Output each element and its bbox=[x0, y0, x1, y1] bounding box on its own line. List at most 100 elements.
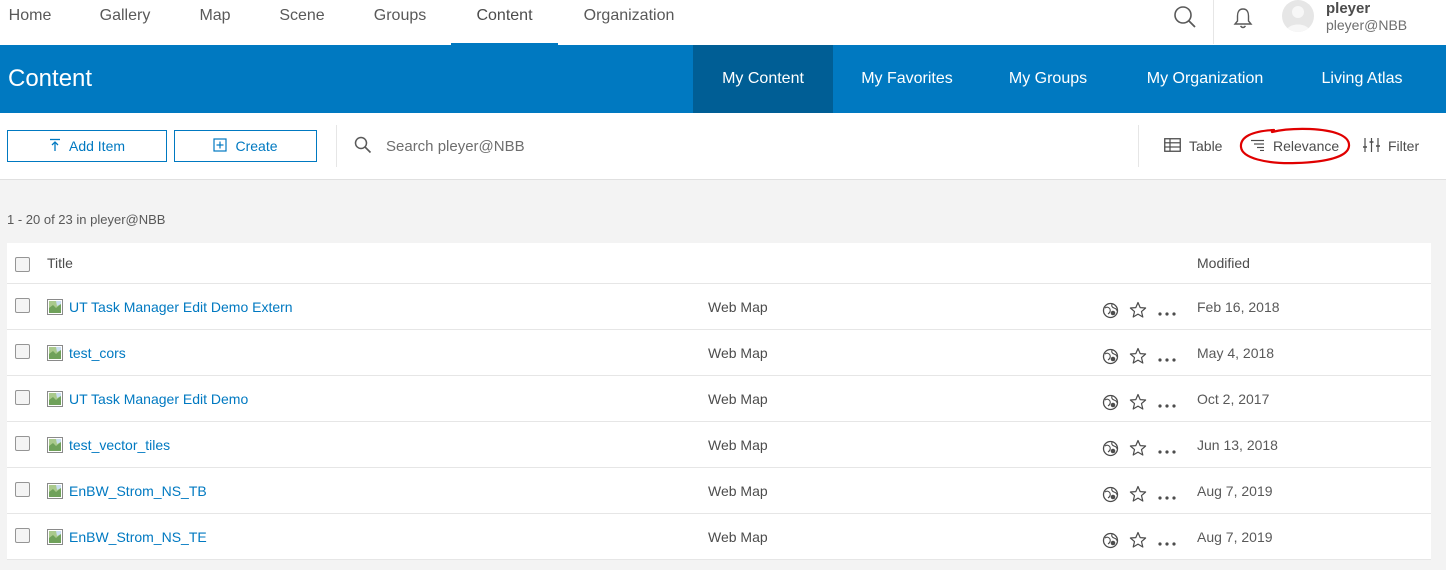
more-options-icon[interactable] bbox=[1157, 489, 1177, 500]
sort-relevance-button[interactable]: Relevance bbox=[1250, 134, 1339, 158]
search-icon bbox=[354, 136, 372, 154]
table-view-label: Table bbox=[1189, 138, 1223, 154]
table-row: EnBW_Strom_NS_TE Web Map Aug 7, 2019 bbox=[7, 514, 1431, 560]
tab-my-groups[interactable]: My Groups bbox=[996, 45, 1100, 113]
table-view-button[interactable]: Table bbox=[1164, 134, 1222, 158]
item-modified-date: Oct 2, 2017 bbox=[1197, 391, 1270, 407]
share-globe-icon[interactable] bbox=[1102, 302, 1119, 319]
add-item-label: Add Item bbox=[68, 138, 126, 154]
web-map-icon bbox=[47, 437, 63, 453]
result-count: 1 - 20 of 23 in pleyer@NBB bbox=[7, 212, 166, 227]
nav-map[interactable]: Map bbox=[198, 0, 232, 45]
table-row: UT Task Manager Edit Demo Extern Web Map F… bbox=[7, 284, 1431, 330]
item-modified-date: Jun 13, 2018 bbox=[1197, 437, 1278, 453]
more-options-icon[interactable] bbox=[1157, 351, 1177, 362]
row-checkbox[interactable] bbox=[15, 390, 30, 405]
column-header-modified[interactable]: Modified bbox=[1197, 255, 1250, 271]
row-checkbox[interactable] bbox=[15, 298, 30, 313]
item-title-link[interactable]: EnBW_Strom_NS_TB bbox=[69, 483, 207, 499]
favorite-star-icon[interactable] bbox=[1129, 393, 1147, 411]
more-options-icon[interactable] bbox=[1157, 535, 1177, 546]
nav-content[interactable]: Content bbox=[451, 0, 558, 45]
item-type: Web Map bbox=[708, 391, 768, 407]
nav-organization[interactable]: Organization bbox=[581, 0, 677, 45]
nav-divider bbox=[1213, 0, 1214, 44]
user-avatar-icon[interactable] bbox=[1282, 0, 1314, 32]
column-header-title[interactable]: Title bbox=[47, 255, 73, 271]
user-org[interactable]: pleyer@NBB bbox=[1326, 17, 1407, 34]
item-modified-date: Aug 7, 2019 bbox=[1197, 483, 1273, 499]
search-input[interactable] bbox=[386, 133, 886, 159]
filter-label: Filter bbox=[1388, 138, 1420, 154]
toolbar-divider bbox=[1138, 125, 1139, 167]
more-options-icon[interactable] bbox=[1157, 397, 1177, 408]
table-icon bbox=[1164, 137, 1181, 155]
tab-living-atlas[interactable]: Living Atlas bbox=[1303, 45, 1421, 113]
tab-my-content[interactable]: My Content bbox=[693, 45, 833, 113]
plus-square-icon bbox=[213, 137, 228, 155]
tab-my-organization[interactable]: My Organization bbox=[1130, 45, 1280, 113]
user-name[interactable]: pleyer bbox=[1326, 0, 1370, 17]
web-map-icon bbox=[47, 391, 63, 407]
more-options-icon[interactable] bbox=[1157, 443, 1177, 454]
page-title: Content bbox=[8, 65, 93, 92]
item-type: Web Map bbox=[708, 345, 768, 361]
item-type: Web Map bbox=[708, 483, 768, 499]
item-title-link[interactable]: UT Task Manager Edit Demo bbox=[69, 391, 248, 407]
more-options-icon[interactable] bbox=[1157, 305, 1177, 316]
filter-button[interactable]: Filter bbox=[1363, 134, 1419, 158]
web-map-icon bbox=[47, 483, 63, 499]
table-row: EnBW_Strom_NS_TB Web Map Aug 7, 2019 bbox=[7, 468, 1431, 514]
favorite-star-icon[interactable] bbox=[1129, 301, 1147, 319]
share-globe-icon[interactable] bbox=[1102, 486, 1119, 503]
nav-groups[interactable]: Groups bbox=[371, 0, 429, 45]
nav-gallery[interactable]: Gallery bbox=[97, 0, 153, 45]
sort-icon bbox=[1250, 138, 1265, 154]
share-globe-icon[interactable] bbox=[1102, 532, 1119, 549]
top-navigation: Home Gallery Map Scene Groups Content Or… bbox=[0, 0, 1446, 45]
favorite-star-icon[interactable] bbox=[1129, 485, 1147, 503]
share-globe-icon[interactable] bbox=[1102, 348, 1119, 365]
nav-scene[interactable]: Scene bbox=[279, 0, 325, 45]
web-map-icon bbox=[47, 529, 63, 545]
nav-home[interactable]: Home bbox=[7, 0, 53, 45]
search-icon[interactable] bbox=[1170, 4, 1200, 30]
item-type: Web Map bbox=[708, 299, 768, 315]
add-item-button[interactable]: Add Item bbox=[7, 130, 167, 162]
favorite-star-icon[interactable] bbox=[1129, 531, 1147, 549]
bell-icon[interactable] bbox=[1229, 4, 1257, 32]
item-modified-date: Feb 16, 2018 bbox=[1197, 299, 1280, 315]
toolbar-divider bbox=[336, 125, 337, 167]
row-checkbox[interactable] bbox=[15, 482, 30, 497]
filter-sliders-icon bbox=[1363, 137, 1380, 156]
tab-my-favorites[interactable]: My Favorites bbox=[843, 45, 971, 113]
share-globe-icon[interactable] bbox=[1102, 440, 1119, 457]
item-title-link[interactable]: EnBW_Strom_NS_TE bbox=[69, 529, 207, 545]
row-checkbox[interactable] bbox=[15, 528, 30, 543]
item-title-link[interactable]: test_vector_tiles bbox=[69, 437, 170, 453]
content-header: Content My Content My Favorites My Group… bbox=[0, 45, 1446, 113]
item-modified-date: Aug 7, 2019 bbox=[1197, 529, 1273, 545]
select-all-checkbox[interactable] bbox=[15, 257, 30, 272]
create-button[interactable]: Create bbox=[174, 130, 317, 162]
table-header-row: Title Modified bbox=[7, 243, 1431, 284]
favorite-star-icon[interactable] bbox=[1129, 439, 1147, 457]
table-row: test_vector_tiles Web Map Jun 13, 2018 bbox=[7, 422, 1431, 468]
table-row: test_cors Web Map May 4, 2018 bbox=[7, 330, 1431, 376]
row-checkbox[interactable] bbox=[15, 344, 30, 359]
item-type: Web Map bbox=[708, 529, 768, 545]
item-type: Web Map bbox=[708, 437, 768, 453]
item-modified-date: May 4, 2018 bbox=[1197, 345, 1275, 361]
item-title-link[interactable]: test_cors bbox=[69, 345, 126, 361]
favorite-star-icon[interactable] bbox=[1129, 347, 1147, 365]
row-checkbox[interactable] bbox=[15, 436, 30, 451]
items-table: Title Modified UT Task Manager Edit Demo… bbox=[7, 243, 1431, 560]
web-map-icon bbox=[47, 299, 63, 315]
web-map-icon bbox=[47, 345, 63, 361]
share-globe-icon[interactable] bbox=[1102, 394, 1119, 411]
content-toolbar: Add Item Create Table bbox=[0, 113, 1446, 180]
item-title-link[interactable]: UT Task Manager Edit Demo Extern bbox=[69, 299, 293, 315]
upload-icon bbox=[49, 138, 61, 155]
sort-relevance-label: Relevance bbox=[1273, 138, 1340, 154]
table-row: UT Task Manager Edit Demo Web Map Oct 2, 2… bbox=[7, 376, 1431, 422]
